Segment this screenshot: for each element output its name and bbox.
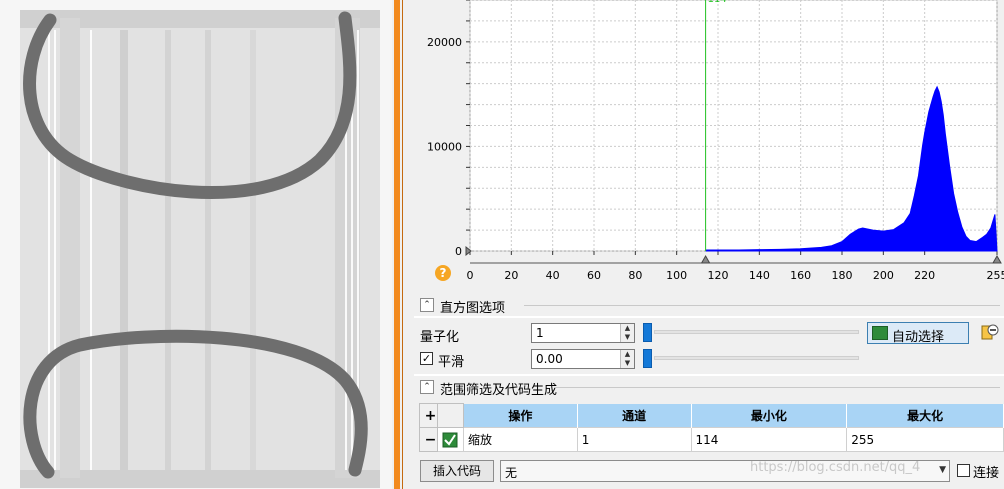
y-tick-label: 20000 [427, 36, 462, 49]
quantize-label: 量子化 [420, 330, 460, 345]
collapse-icon[interactable]: ⌃ [420, 298, 434, 312]
threshold-label: 114 [708, 0, 727, 5]
cell-channel[interactable]: 1 [576, 427, 692, 452]
auto-select-label: 自动选择 [892, 330, 945, 345]
cell-min[interactable]: 114 [690, 427, 848, 452]
x-tick-label: 255 [987, 269, 1004, 282]
panel-splitter[interactable] [392, 0, 414, 489]
smooth-slider-track[interactable] [654, 356, 859, 360]
y-tick-label: 10000 [427, 140, 462, 153]
min-marker-handle [700, 254, 711, 264]
column-header[interactable]: 操作 [463, 403, 578, 428]
x-tick-label: 140 [749, 269, 770, 282]
chevron-down-icon[interactable]: ▼ [939, 465, 946, 475]
range-filter-table: + 操作 通道 最小化 最大化 − 缩放 1 114 255 [419, 403, 1004, 452]
section-title: 直方图选项 [440, 301, 506, 316]
quantize-slider-handle[interactable] [643, 323, 652, 342]
quantize-value: 1 [536, 326, 544, 340]
auto-select-icon [872, 326, 888, 340]
quantize-spinbox[interactable]: 1 ▲ ▼ [531, 323, 635, 343]
smooth-spinbox[interactable]: 0.00 ▲ ▼ [531, 349, 635, 369]
quantize-slider-track[interactable] [654, 330, 859, 334]
x-tick-label: 220 [914, 269, 935, 282]
x-tick-label: 160 [790, 269, 811, 282]
cell-operation[interactable]: 缩放 [462, 427, 578, 452]
insert-code-button[interactable]: 插入代码 [420, 460, 494, 482]
add-row-button[interactable]: + [419, 403, 438, 428]
smooth-label: 平滑 [438, 355, 465, 370]
histogram-chart[interactable]: 0 10000 20000 0 20 40 60 80 100 120 140 160 180 200 22… [414, 0, 1004, 296]
column-header[interactable]: 通道 [577, 403, 692, 428]
histogram-options: 量子化 1 ▲ ▼ 自动选择 ✓ 平滑 0.00 ▲ ▼ [414, 318, 1004, 374]
x-tick-label: 40 [546, 269, 560, 282]
watermark-text: https://blog.csdn.net/qq_4 [750, 460, 921, 475]
spin-arrows-icon[interactable]: ▲ ▼ [620, 350, 634, 368]
link-label: 连接 [973, 466, 1000, 481]
combo-value: 无 [505, 466, 518, 480]
x-tick-label: 60 [587, 269, 601, 282]
x-tick-label: 100 [666, 269, 687, 282]
x-tick-label: 80 [628, 269, 642, 282]
link-checkbox[interactable] [957, 464, 970, 477]
y-tick-label: 0 [455, 245, 462, 258]
collapse-icon[interactable]: ⌃ [420, 380, 434, 394]
export-icon[interactable] [981, 323, 999, 341]
range-filter-table-area: + 操作 通道 最小化 最大化 − 缩放 1 114 255 [414, 398, 1004, 456]
smooth-checkbox[interactable]: ✓ [420, 352, 433, 365]
column-header[interactable]: 最小化 [691, 403, 848, 428]
histogram-options-header[interactable]: ⌃ 直方图选项 [414, 294, 1004, 316]
bottom-bar: 插入代码 无 ▼ https://blog.csdn.net/qq_4 连接 [414, 456, 1004, 489]
max-marker-handle [992, 254, 1002, 264]
smooth-value: 0.00 [536, 352, 563, 366]
x-tick-label: 120 [708, 269, 729, 282]
histogram-panel: 0 10000 20000 0 20 40 60 80 100 120 140 160 180 200 22… [414, 0, 1004, 296]
spin-arrows-icon[interactable]: ▲ ▼ [620, 324, 634, 342]
remove-row-button[interactable]: − [419, 427, 438, 452]
cell-max[interactable]: 255 [846, 427, 1004, 452]
section-title: 范围筛选及代码生成 [440, 383, 558, 398]
x-tick-label: 20 [504, 269, 518, 282]
column-header[interactable]: 最大化 [846, 403, 1004, 428]
mask-image [0, 0, 392, 489]
auto-select-button[interactable]: 自动选择 [867, 322, 969, 345]
x-tick-label: 180 [832, 269, 853, 282]
smooth-slider-handle[interactable] [643, 349, 652, 368]
table-row[interactable]: − 缩放 1 114 255 [419, 427, 1004, 452]
help-icon[interactable]: ? [435, 265, 451, 281]
check-icon[interactable] [436, 427, 464, 452]
image-view[interactable] [0, 0, 392, 489]
x-tick-label: 0 [467, 269, 474, 282]
x-tick-label: 200 [873, 269, 894, 282]
range-filter-header[interactable]: ⌃ 范围筛选及代码生成 [414, 376, 1004, 398]
header-spacer [436, 403, 464, 428]
